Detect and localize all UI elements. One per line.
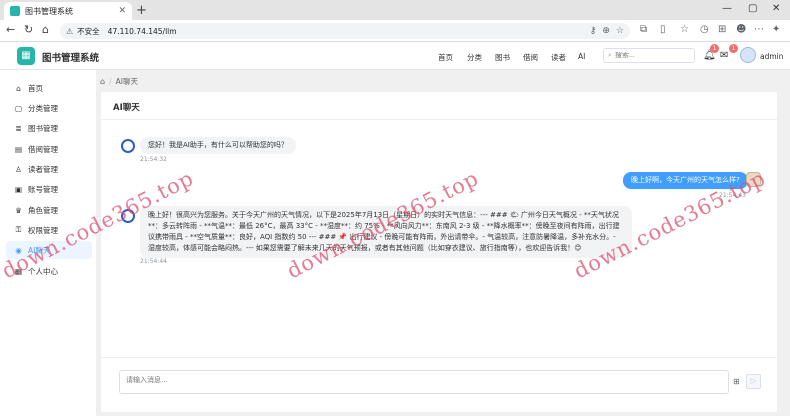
refresh-icon[interactable]: ↻ xyxy=(24,23,33,36)
divider xyxy=(101,357,777,358)
username[interactable]: admin xyxy=(760,52,784,61)
divider xyxy=(101,119,777,120)
calendar-icon: ▤ xyxy=(14,144,23,154)
user-message-bubble: 晚上好啊，今天广州的天气怎么样? xyxy=(623,172,748,189)
warning-icon: ⚠ xyxy=(66,26,74,36)
document-icon: ▢ xyxy=(14,103,23,113)
notification-badge: 1 xyxy=(710,44,719,53)
key-icon[interactable]: ⚷ xyxy=(590,26,597,36)
zoom-icon[interactable]: ⊕ xyxy=(602,26,610,36)
search-input[interactable] xyxy=(614,52,685,59)
breadcrumb: ⌂ / AI聊天 xyxy=(100,76,138,87)
nav-home[interactable]: 首页 xyxy=(438,52,453,63)
list-icon: ≣ xyxy=(15,123,22,133)
back-icon[interactable]: ← xyxy=(6,23,15,36)
sidebar-item-books[interactable]: ≣ 图书管理 xyxy=(6,119,92,137)
split-screen-icon[interactable]: ▯ xyxy=(660,24,666,35)
nav-borrow[interactable]: 借阅 xyxy=(523,52,538,63)
sidebar: ⌂ 首页 ▢ 分类管理 ≣ 图书管理 ▤ 借阅管理 ♙ 读者管理 ▣ 账号管理 ♛ 角色管理 … xyxy=(0,70,96,416)
sidebar-item-label: AI聊天 xyxy=(28,245,51,255)
message-time: 21:54:43 xyxy=(719,192,746,199)
nav-readers[interactable]: 读者 xyxy=(551,52,566,63)
url-text[interactable]: 47.110.74.145/llm xyxy=(108,27,584,36)
send-button[interactable]: ▷ xyxy=(746,374,761,389)
minimize-button[interactable]: — xyxy=(722,3,732,14)
sidebar-item-readers[interactable]: ♙ 读者管理 xyxy=(6,160,92,178)
extensions-icon[interactable]: ⧉ xyxy=(640,24,647,35)
sidebar-item-label: 读者管理 xyxy=(28,164,58,174)
user-icon: ♙ xyxy=(15,164,22,174)
collections-icon[interactable]: ⊞ xyxy=(718,24,726,35)
mail-icon[interactable]: ✉ xyxy=(720,50,728,61)
home-icon: ⌂ xyxy=(16,83,21,93)
browser-tab[interactable]: 图书管理系统 ✕ xyxy=(4,2,132,20)
sidebar-item-permissions[interactable]: ⚿ 权限管理 xyxy=(6,221,92,239)
new-tab-button[interactable]: + xyxy=(136,3,147,18)
favicon-icon xyxy=(10,6,20,16)
app-header: ▦ 图书管理系统 首页 分类 图书 借阅 读者 AI ⌕ 🔔︎ 1 ✉ 1 ad… xyxy=(0,42,790,70)
attach-icon[interactable]: ⊞ xyxy=(733,377,740,386)
sidebar-item-label: 分类管理 xyxy=(28,103,58,113)
message-time: 21:54:44 xyxy=(140,258,167,265)
sidebar-item-label: 权限管理 xyxy=(28,225,58,235)
app-title: 图书管理系统 xyxy=(42,53,100,64)
home-icon[interactable]: ⌂ xyxy=(100,77,105,86)
ai-message-bubble: 晚上好！很高兴为您服务。关于今天广州的天气情况，以下是2025年7月13日（星期… xyxy=(140,206,632,258)
address-bar[interactable]: ⚠ 不安全 47.110.74.145/llm ⚷ ⊕ ☆ xyxy=(60,23,630,39)
nav-ai[interactable]: AI xyxy=(578,52,585,61)
nav-category[interactable]: 分类 xyxy=(467,52,482,63)
chat-icon: ◉ xyxy=(15,245,22,255)
close-window-button[interactable]: ✕ xyxy=(772,3,780,14)
sidebar-item-borrow[interactable]: ▤ 借阅管理 xyxy=(6,140,92,158)
ai-avatar-icon xyxy=(121,139,135,153)
id-card-icon: ▣ xyxy=(14,184,23,194)
tab-close-icon[interactable]: ✕ xyxy=(118,6,126,16)
chat-message-input[interactable] xyxy=(119,370,729,394)
search-icon: ⌕ xyxy=(608,51,612,59)
menu-icon[interactable]: ⋯ xyxy=(754,24,764,35)
message-time: 21:54:32 xyxy=(140,156,167,163)
tab-title: 图书管理系统 xyxy=(25,6,73,16)
chat-card: AI聊天 您好！我是AI助手，有什么可以帮助您的吗？ 21:54:32 晚上好啊… xyxy=(100,91,778,413)
sidebar-item-label: 借阅管理 xyxy=(28,144,58,154)
browser-toolbar: ← ↻ ⌂ ⚠ 不安全 47.110.74.145/llm ⚷ ⊕ ☆ ⧉ ▯ … xyxy=(0,20,790,42)
history-icon[interactable]: ◷ xyxy=(700,24,709,35)
breadcrumb-separator: / xyxy=(109,77,112,86)
sidebar-item-home[interactable]: ⌂ 首页 xyxy=(6,79,92,97)
sidebar-item-accounts[interactable]: ▣ 账号管理 xyxy=(6,180,92,198)
user-avatar[interactable] xyxy=(740,47,756,63)
search-box[interactable]: ⌕ xyxy=(603,48,695,63)
maximize-button[interactable]: ▢ xyxy=(748,3,757,14)
star-icon[interactable]: ☆ xyxy=(616,26,624,36)
favorites-icon[interactable]: ☆ xyxy=(680,24,689,35)
sidebar-item-label: 账号管理 xyxy=(28,184,58,194)
sidebar-item-category[interactable]: ▢ 分类管理 xyxy=(6,99,92,117)
sidebar-item-label: 首页 xyxy=(28,83,43,93)
user-avatar-icon xyxy=(746,172,761,187)
nav-books[interactable]: 图书 xyxy=(495,52,510,63)
page-title: AI聊天 xyxy=(113,103,140,113)
profile-icon[interactable]: ☻ xyxy=(736,24,746,35)
home-icon[interactable]: ⌂ xyxy=(42,23,49,36)
sidebar-item-roles[interactable]: ♛ 角色管理 xyxy=(6,201,92,219)
ai-message-bubble: 您好！我是AI助手，有什么可以帮助您的吗？ xyxy=(140,137,296,154)
sidebar-item-label: 角色管理 xyxy=(28,205,58,215)
message-badge: 1 xyxy=(729,44,738,53)
breadcrumb-current: AI聊天 xyxy=(115,77,138,86)
logo-icon: ▦ xyxy=(17,47,35,65)
sidebar-item-ai-chat[interactable]: ◉ AI聊天 xyxy=(6,241,92,259)
lock-icon: ⚿ xyxy=(15,225,22,234)
browser-tab-strip: 图书管理系统 ✕ + — ▢ ✕ xyxy=(0,0,790,20)
insecure-label: 不安全 xyxy=(77,26,100,36)
ai-avatar-icon xyxy=(121,209,135,223)
profile-icon: ▦ xyxy=(14,266,23,276)
role-icon: ♛ xyxy=(15,205,22,215)
sidebar-item-label: 图书管理 xyxy=(28,123,58,133)
sidebar-item-label: 个人中心 xyxy=(28,266,58,276)
copilot-icon[interactable]: ✦ xyxy=(772,24,780,35)
sidebar-item-profile[interactable]: ▦ 个人中心 xyxy=(6,262,92,280)
